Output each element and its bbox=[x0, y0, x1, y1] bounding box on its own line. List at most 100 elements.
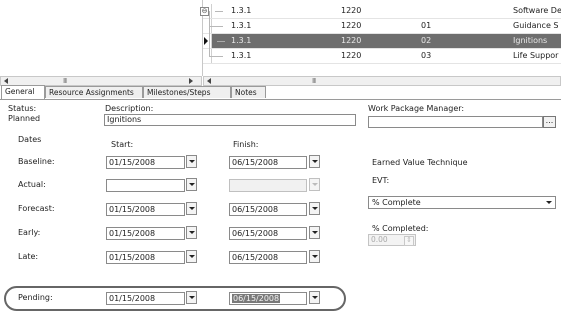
pending-start-date[interactable]: 01/15/2008 bbox=[106, 292, 185, 305]
grid-cell-name: Software De bbox=[513, 6, 561, 15]
grid-cell-wbs: 1.3.1 bbox=[231, 51, 252, 60]
spacer bbox=[309, 250, 320, 264]
grid-cell-code: 1220 bbox=[341, 51, 362, 60]
chevron-down-icon bbox=[546, 201, 552, 204]
actual-label: Actual: bbox=[18, 180, 46, 189]
date-value: 01/15/2008 bbox=[109, 253, 156, 262]
date-value: 01/15/2008 bbox=[109, 294, 156, 303]
grid-cell-wbs: 1.3.1 bbox=[231, 21, 252, 30]
actual-start-date[interactable] bbox=[106, 179, 185, 192]
tab-notes[interactable]: Notes bbox=[231, 86, 266, 98]
forecast-start-date[interactable]: 01/15/2008 bbox=[106, 203, 185, 216]
forecast-label: Forecast: bbox=[18, 204, 55, 213]
grid-row[interactable]: ⊖ 1.3.1 1220 Software De bbox=[200, 4, 561, 19]
late-label: Late: bbox=[18, 252, 39, 261]
dropdown-arrow-icon[interactable] bbox=[186, 202, 197, 215]
dropdown-arrow-icon[interactable] bbox=[186, 226, 197, 239]
tab-general[interactable]: General bbox=[1, 85, 45, 99]
finish-header: Finish: bbox=[233, 140, 259, 149]
percent-completed-label: % Completed: bbox=[372, 224, 429, 233]
date-value: 06/15/2008 bbox=[232, 205, 279, 214]
date-value: 06/15/2008 bbox=[232, 253, 279, 262]
pending-label: Pending: bbox=[18, 293, 53, 302]
grid-row[interactable]: 1.3.1 1220 01 Guidance S bbox=[203, 11, 561, 34]
spacer bbox=[186, 178, 197, 192]
dropdown-arrow-icon[interactable] bbox=[186, 291, 197, 304]
collapse-icon[interactable]: ⊖ bbox=[200, 7, 209, 16]
dropdown-arrow-icon[interactable] bbox=[309, 202, 320, 215]
forecast-finish-date[interactable]: 06/15/2008 bbox=[229, 203, 307, 216]
status-value: Planned bbox=[8, 114, 41, 123]
tab-milestones-steps[interactable]: Milestones/Steps bbox=[143, 86, 231, 98]
grid-cell-number: 02 bbox=[421, 36, 432, 45]
late-start-date[interactable]: 01/15/2008 bbox=[106, 251, 185, 264]
baseline-finish-date[interactable]: 06/15/2008 bbox=[229, 156, 307, 169]
grid-cell-code: 1220 bbox=[341, 21, 362, 30]
grid-cell-wbs: 1.3.1 bbox=[231, 6, 252, 15]
dropdown-arrow-icon[interactable] bbox=[309, 155, 320, 168]
work-package-grid: ⊖ 1.3.1 1220 Software De 1.3.1 1220 01 G… bbox=[200, 0, 561, 76]
early-start-date[interactable]: 01/15/2008 bbox=[106, 227, 185, 240]
late-finish-date[interactable]: 06/15/2008 bbox=[229, 251, 307, 264]
scroll-thumb-grip[interactable]: III bbox=[312, 77, 316, 85]
percent-completed-stepper: 0.00 ⇕ bbox=[368, 234, 416, 246]
grid-cell-name: Life Suppor bbox=[513, 51, 559, 60]
tab-resource-assignments[interactable]: Resource Assignments bbox=[45, 86, 143, 98]
status-label: Status: bbox=[8, 104, 37, 113]
pending-finish-date[interactable]: 06/15/2008 bbox=[229, 292, 307, 305]
work-package-manager-field[interactable] bbox=[368, 116, 543, 128]
early-label: Early: bbox=[18, 228, 41, 237]
grid-row[interactable]: 1.3.1 1220 03 Life Suppor bbox=[203, 33, 561, 64]
evt-label: EVT: bbox=[372, 176, 390, 185]
scroll-left-icon[interactable] bbox=[207, 78, 211, 84]
baseline-label: Baseline: bbox=[18, 157, 55, 166]
scroll-left-icon[interactable] bbox=[4, 78, 8, 84]
early-finish-date[interactable]: 06/15/2008 bbox=[229, 227, 307, 240]
description-field[interactable]: Ignitions bbox=[104, 114, 356, 126]
current-row-arrow-icon bbox=[204, 37, 208, 45]
work-package-manager-label: Work Package Manager: bbox=[368, 104, 465, 113]
evt-select[interactable]: % Complete bbox=[368, 196, 556, 209]
spacer bbox=[309, 226, 320, 240]
spacer bbox=[309, 155, 320, 169]
tree-pane bbox=[0, 0, 203, 76]
grid-cell-name: Ignitions bbox=[513, 36, 548, 45]
grid-cell-number: 01 bbox=[421, 21, 432, 30]
spacer bbox=[309, 291, 320, 305]
spacer bbox=[186, 155, 197, 169]
spacer bbox=[186, 202, 197, 216]
spacer bbox=[186, 250, 197, 264]
evt-header: Earned Value Technique bbox=[372, 158, 468, 167]
dates-header: Dates bbox=[18, 135, 42, 144]
date-value: 01/15/2008 bbox=[109, 158, 156, 167]
dropdown-arrow-icon[interactable] bbox=[186, 178, 197, 191]
date-value: 06/15/2008 bbox=[232, 229, 279, 238]
spacer bbox=[309, 178, 320, 192]
spacer bbox=[309, 202, 320, 216]
grid-row-selected[interactable]: 1.3.1 1220 02 Ignitions bbox=[203, 34, 561, 49]
dropdown-arrow-icon[interactable] bbox=[309, 250, 320, 263]
dropdown-arrow-icon[interactable] bbox=[309, 291, 320, 304]
scroll-right-icon[interactable] bbox=[189, 78, 193, 84]
date-value: 06/15/2008 bbox=[232, 158, 279, 167]
grid-cell-name: Guidance S bbox=[513, 21, 559, 30]
detail-tab-strip: General Resource Assignments Milestones/… bbox=[0, 85, 561, 100]
actual-finish-date bbox=[229, 179, 307, 192]
tree-connector bbox=[209, 56, 223, 57]
spacer bbox=[186, 226, 197, 240]
grid-cell-code: 1220 bbox=[341, 36, 362, 45]
row-gutter bbox=[203, 34, 212, 48]
tree-connector bbox=[209, 33, 210, 56]
evt-selected-value: % Complete bbox=[372, 198, 421, 207]
spin-arrows-icon: ⇕ bbox=[404, 236, 414, 246]
work-package-manager-browse-button[interactable]: ... bbox=[543, 116, 556, 128]
baseline-start-date[interactable]: 01/15/2008 bbox=[106, 156, 185, 169]
dropdown-arrow-icon[interactable] bbox=[309, 226, 320, 239]
dropdown-arrow-icon[interactable] bbox=[186, 250, 197, 263]
dropdown-arrow-icon[interactable] bbox=[186, 155, 197, 168]
date-value-selected: 06/15/2008 bbox=[232, 294, 281, 303]
tree-connector bbox=[217, 41, 225, 42]
date-value: 01/15/2008 bbox=[109, 205, 156, 214]
scroll-thumb-grip[interactable]: III bbox=[63, 77, 67, 85]
start-header: Start: bbox=[111, 140, 134, 149]
